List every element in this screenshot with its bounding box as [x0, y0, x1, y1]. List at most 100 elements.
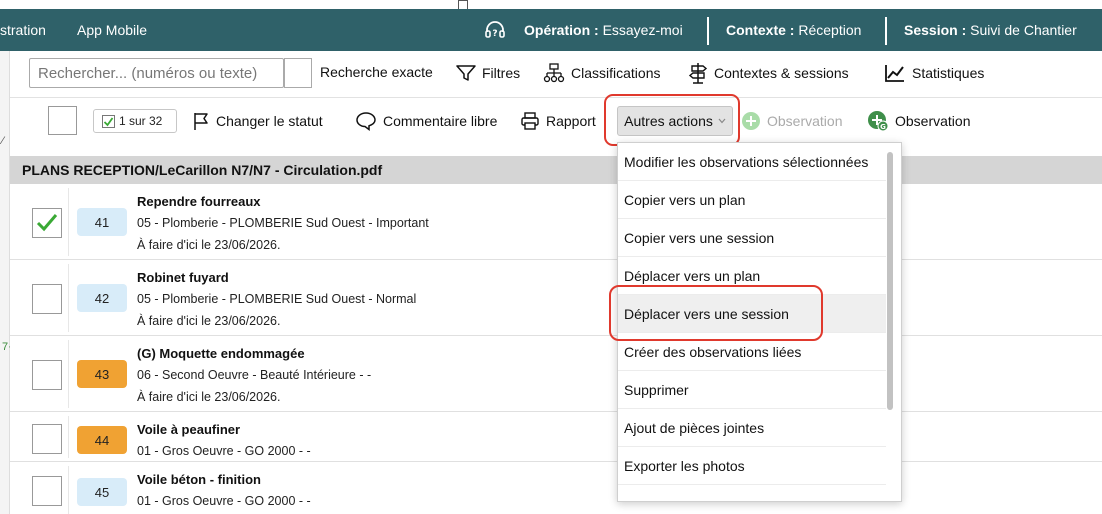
left-panel-edge: ⁄ 7· [0, 51, 12, 514]
contexts-sessions-label: Contextes & sessions [714, 65, 849, 81]
check-icon [102, 114, 115, 128]
flag-icon [194, 113, 208, 130]
observation-title: Voile à peaufiner [137, 422, 241, 437]
table-row[interactable]: 43 (G) Moquette endommagée 06 - Second O… [10, 336, 1102, 412]
topbar-separator [885, 17, 887, 45]
session-label: Session : [904, 22, 967, 38]
exact-search-checkbox[interactable] [284, 58, 312, 88]
menu-item-delete[interactable]: Supprimer [618, 371, 886, 409]
selection-count-label: 1 sur 32 [119, 114, 163, 128]
other-actions-button[interactable]: Autres actions [617, 106, 733, 136]
observation-label: Observation [895, 113, 971, 129]
action-toolbar: 1 sur 32 Changer le statut Commentaire l… [10, 97, 1102, 143]
filters-label: Filtres [482, 65, 521, 81]
chevron-down-icon [718, 118, 726, 124]
add-observation-disabled-button: Observation [741, 108, 842, 134]
observation-detail: 06 - Second Oeuvre - Beauté Intérieure -… [137, 368, 372, 382]
contexts-sessions-button[interactable]: Contextes & sessions [688, 59, 849, 87]
contexte-label: Contexte : [726, 22, 795, 38]
observation-due-date: À faire d'ici le 23/06/2026. [137, 238, 281, 252]
filters-button[interactable]: Filtres [456, 59, 520, 87]
statistics-button[interactable]: Statistiques [884, 59, 984, 87]
menu-item-copy-to-session[interactable]: Copier vers une session [618, 219, 886, 257]
plus-circle-g-icon: G [868, 111, 889, 132]
plan-section-header: PLANS RECEPTION/LeCarillon N7/N7 - Circu… [10, 156, 1102, 184]
observation-number-badge: 42 [77, 284, 127, 312]
row-checkbox[interactable] [32, 360, 62, 390]
operation-context[interactable]: Opération : Essayez-moi [524, 22, 683, 38]
observation-number-badge: 45 [77, 478, 127, 506]
line-chart-icon [885, 65, 904, 82]
classifications-label: Classifications [571, 65, 661, 81]
change-status-button[interactable]: Changer le statut [192, 108, 323, 134]
top-navigation-bar: stration App Mobile ? Opération : Essaye… [0, 9, 1102, 51]
search-input[interactable] [29, 58, 284, 88]
observation-number-badge: 44 [77, 426, 127, 454]
table-row[interactable]: 45 Voile béton - finition 01 - Gros Oeuv… [10, 462, 1102, 514]
table-row[interactable]: 41 Rependre fourreaux 05 - Plomberie - P… [10, 184, 1102, 260]
signpost-icon [688, 63, 708, 84]
free-comment-button[interactable]: Commentaire libre [355, 108, 497, 134]
filter-icon [456, 65, 476, 81]
menu-item-create-linked[interactable]: Créer des observations liées [618, 333, 886, 371]
operation-value: Essayez-moi [602, 22, 683, 38]
menu-item-move-to-plan[interactable]: Déplacer vers un plan [618, 257, 886, 295]
observation-due-date: À faire d'ici le 23/06/2026. [137, 390, 281, 404]
row-divider [68, 466, 69, 514]
other-actions-menu: Modifier les observations sélectionnées … [617, 142, 902, 502]
contexte-context[interactable]: Contexte : Réception [726, 22, 861, 38]
search-toolbar: Recherche exacte Filtres Classifications… [10, 51, 1102, 95]
hierarchy-icon [543, 63, 565, 83]
session-context[interactable]: Session : Suivi de Chantier [904, 22, 1077, 38]
row-divider [68, 188, 69, 256]
row-checkbox[interactable] [32, 284, 62, 314]
observation-detail: 05 - Plomberie - PLOMBERIE Sud Ouest - N… [137, 292, 417, 306]
menu-item-add-attachments[interactable]: Ajout de pièces jointes [618, 409, 886, 447]
table-row[interactable]: 44 Voile à peaufiner 01 - Gros Oeuvre - … [10, 412, 1102, 462]
row-checkbox[interactable] [32, 424, 62, 454]
exact-search-label: Recherche exacte [320, 64, 433, 80]
nav-administration-link[interactable]: stration [0, 22, 46, 38]
svg-text:G: G [880, 123, 886, 131]
printer-icon [521, 112, 539, 130]
statistics-label: Statistiques [912, 65, 985, 81]
svg-text:?: ? [492, 29, 497, 39]
checkmark-icon [36, 214, 58, 232]
observation-disabled-label: Observation [767, 113, 843, 129]
row-divider [68, 340, 69, 408]
session-value: Suivi de Chantier [970, 22, 1077, 38]
observation-detail: 01 - Gros Oeuvre - GO 2000 - - [137, 494, 311, 508]
selection-count-pill[interactable]: 1 sur 32 [93, 109, 177, 133]
edge-mark: ⁄ [2, 135, 4, 147]
observation-detail: 01 - Gros Oeuvre - GO 2000 - - [137, 444, 311, 458]
menu-item-export-photos[interactable]: Exporter les photos [618, 447, 886, 485]
plus-circle-icon [742, 112, 760, 130]
observation-number-badge: 43 [77, 360, 127, 388]
report-button[interactable]: Rapport [520, 108, 596, 134]
report-label: Rapport [546, 113, 596, 129]
free-comment-label: Commentaire libre [383, 113, 498, 129]
observation-title: Rependre fourreaux [137, 194, 261, 209]
observation-detail: 05 - Plomberie - PLOMBERIE Sud Ouest - I… [137, 216, 429, 230]
row-divider [68, 416, 69, 458]
row-checkbox[interactable] [32, 476, 62, 506]
menu-item-move-to-session[interactable]: Déplacer vers une session [618, 295, 886, 333]
add-observation-button[interactable]: G Observation [867, 108, 970, 134]
select-all-checkbox[interactable] [48, 106, 77, 135]
row-divider [68, 264, 69, 332]
menu-item-edit-selected[interactable]: Modifier les observations sélectionnées [618, 143, 886, 181]
contexte-value: Réception [798, 22, 862, 38]
observation-title: Robinet fuyard [137, 270, 229, 285]
row-checkbox[interactable] [32, 208, 62, 238]
nav-app-mobile-link[interactable]: App Mobile [77, 22, 147, 38]
headset-question-icon[interactable]: ? [484, 21, 506, 41]
other-actions-label: Autres actions [624, 113, 713, 129]
observation-title: (G) Moquette endommagée [137, 346, 305, 361]
table-row[interactable]: 42 Robinet fuyard 05 - Plomberie - PLOMB… [10, 260, 1102, 336]
observation-number-badge: 41 [77, 208, 127, 236]
classifications-button[interactable]: Classifications [543, 59, 660, 87]
operation-label: Opération : [524, 22, 599, 38]
menu-item-copy-to-plan[interactable]: Copier vers un plan [618, 181, 886, 219]
menu-scrollbar[interactable] [887, 152, 893, 410]
observation-title: Voile béton - finition [137, 472, 261, 487]
